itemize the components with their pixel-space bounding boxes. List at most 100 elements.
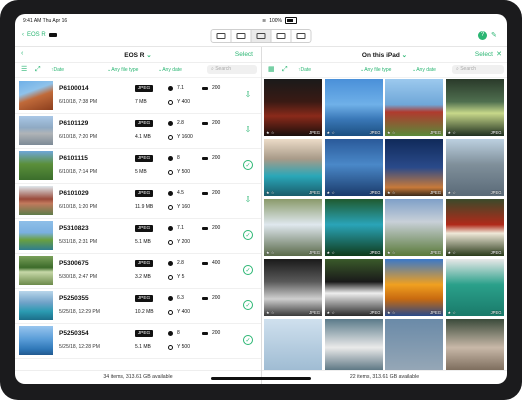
date-filter[interactable]: ⌄Any date — [158, 67, 182, 73]
download-icon[interactable]: ⇩ — [243, 90, 253, 100]
photo-tile[interactable]: ★ ☆ JPEG — [385, 139, 443, 196]
photo-tile[interactable]: ★ ☆ JPEG — [385, 199, 443, 256]
file-type-filter[interactable]: ⌄Any file type — [360, 67, 391, 73]
mode-settings[interactable] — [232, 30, 252, 42]
shutter-icon — [202, 296, 208, 300]
rating: ★ ☆ — [266, 190, 275, 195]
photo-tile[interactable]: ★ ☆ JPEG — [324, 199, 383, 256]
expand-icon[interactable]: ⤢ — [282, 66, 290, 74]
rating: ★ ☆ — [447, 130, 457, 135]
wrench-icon[interactable]: ✎ — [491, 32, 499, 40]
photo-tile[interactable]: ★ ☆ JPEG — [324, 139, 383, 196]
photo-tile[interactable]: ★ ☆ JPEG — [445, 139, 504, 196]
grid-view-icon[interactable]: ▦ — [268, 66, 276, 74]
photo-tile[interactable]: ★ ☆ JPEG — [264, 79, 322, 136]
photo-date: 6/10/18, 7:38 PM — [59, 99, 98, 105]
file-type-badge: JPEG — [135, 120, 153, 127]
photo-tile[interactable]: ★ ☆ JPEG — [385, 259, 443, 316]
rating: ★ ☆ — [387, 190, 396, 195]
file-type-label: JPEG — [430, 250, 441, 255]
camera-title[interactable]: EOS R ⌄ — [15, 51, 261, 59]
aperture: 2.8 — [168, 260, 184, 266]
chevron-down-icon: ⌄ — [401, 52, 408, 59]
ipad-title[interactable]: On this iPad ⌄ — [262, 51, 507, 59]
download-icon[interactable]: ⇩ — [243, 125, 253, 135]
file-type-filter[interactable]: ⌄Any file type — [107, 67, 138, 73]
photo-date: 5/31/18, 2:31 PM — [59, 239, 98, 245]
mode-remote[interactable] — [292, 30, 311, 42]
photo-tile[interactable]: ★ ☆ JPEG — [445, 259, 504, 316]
mode-map[interactable] — [272, 30, 292, 42]
file-size: 7 MB — [135, 99, 147, 105]
iso: Y 500 — [168, 344, 190, 350]
file-type-label: JPEG — [490, 310, 502, 315]
rating: ★ ☆ — [447, 250, 457, 255]
back-button[interactable]: ‹ EOS R — [22, 32, 57, 38]
search-input[interactable]: ⌕ Search — [452, 65, 504, 74]
list-item[interactable]: P5250355 5/25/18, 12:29 PM JPEG 10.2 MB … — [15, 288, 261, 324]
file-type-label: JPEG — [490, 190, 502, 195]
date-filter[interactable]: ⌄Any date — [412, 67, 436, 73]
photo-tile[interactable]: ★ ☆ JPEG — [264, 259, 322, 316]
photo-list: P6100014 6/10/18, 7:38 PM JPEG 7 MB 7.1 … — [15, 78, 261, 371]
photo-tile[interactable]: ★ ☆ JPEG — [264, 199, 322, 256]
mode-gallery[interactable] — [251, 30, 272, 42]
photo-tile[interactable]: ★ ☆ JPEG — [445, 79, 504, 136]
list-item[interactable]: P5310823 5/31/18, 2:31 PM JPEG 5.1 MB 7.… — [15, 218, 261, 254]
select-button[interactable]: Select — [475, 51, 493, 58]
photo-thumbnail — [19, 81, 53, 110]
select-button[interactable]: Select — [235, 51, 253, 58]
photo-tile[interactable] — [324, 319, 383, 371]
help-button[interactable]: ? — [478, 31, 487, 40]
aperture: 7.1 — [168, 85, 184, 91]
search-input[interactable]: ⌕ Search — [207, 65, 257, 74]
checkmark-icon[interactable]: ✓ — [243, 230, 253, 240]
photo-thumbnail — [19, 256, 53, 285]
list-view-icon[interactable]: ☰ — [21, 66, 29, 74]
rating: ★ ☆ — [447, 190, 457, 195]
checkmark-icon[interactable]: ✓ — [243, 335, 253, 345]
photo-name: P6101029 — [59, 190, 89, 197]
file-type-label: JPEG — [369, 130, 381, 135]
photo-tile[interactable]: ★ ☆ JPEG — [324, 259, 383, 316]
photo-tile[interactable] — [385, 319, 443, 371]
aperture-icon — [168, 225, 173, 231]
photo-tile[interactable]: ★ ☆ JPEG — [324, 79, 383, 136]
photo-tile[interactable]: ★ ☆ JPEG — [385, 79, 443, 136]
aperture-icon — [168, 330, 173, 336]
checkmark-icon[interactable]: ✓ — [243, 265, 253, 275]
iso: Y 400 — [168, 309, 190, 315]
list-item[interactable]: P5250354 5/25/18, 12:28 PM JPEG 5.1 MB 8… — [15, 323, 261, 359]
list-item[interactable]: P6100014 6/10/18, 7:38 PM JPEG 7 MB 7.1 … — [15, 78, 261, 114]
shutter-icon — [202, 331, 208, 335]
mode-camera[interactable] — [212, 30, 232, 42]
file-type-badge: JPEG — [135, 190, 153, 197]
aperture: 4.5 — [168, 190, 184, 196]
photo-date: 5/30/18, 2:47 PM — [59, 274, 98, 280]
download-icon[interactable]: ⇩ — [243, 195, 253, 205]
expand-icon[interactable]: ⤢ — [35, 66, 43, 74]
photo-tile[interactable] — [445, 319, 504, 371]
status-date: Thu Apr 16 — [42, 18, 68, 24]
list-item[interactable]: P6101029 6/10/18, 1:20 PM JPEG 11.9 MB 4… — [15, 183, 261, 219]
home-indicator[interactable] — [211, 377, 311, 380]
list-item[interactable]: P5300675 5/30/18, 2:47 PM JPEG 3.2 MB 2.… — [15, 253, 261, 289]
sort-date[interactable]: ↑Date — [298, 67, 311, 73]
ipad-frame: 9:41 AM Thu Apr 16 ≋ 100% ‹ EOS R ? ✎ ‹ … — [0, 0, 522, 400]
list-item[interactable]: P6101115 6/10/18, 7:14 PM JPEG 5 MB 8 Y … — [15, 148, 261, 184]
close-icon[interactable]: ✕ — [496, 50, 502, 58]
remote-icon — [296, 33, 306, 39]
rating: ★ ☆ — [326, 250, 336, 255]
list-item[interactable]: P6101129 6/10/18, 7:20 PM JPEG 4.1 MB 2.… — [15, 113, 261, 149]
chevron-down-icon: ⌄ — [146, 52, 152, 59]
photo-tile[interactable]: ★ ☆ JPEG — [264, 139, 322, 196]
aperture: 8 — [168, 155, 180, 161]
photo-tile[interactable]: ★ ☆ JPEG — [445, 199, 504, 256]
aperture-icon — [168, 295, 173, 301]
checkmark-icon[interactable]: ✓ — [243, 300, 253, 310]
checkmark-icon[interactable]: ✓ — [243, 160, 253, 170]
iso: Y 5 — [168, 274, 184, 280]
aperture-icon — [168, 155, 173, 161]
sort-date[interactable]: ↑Date — [51, 67, 64, 73]
photo-tile[interactable] — [264, 319, 322, 371]
